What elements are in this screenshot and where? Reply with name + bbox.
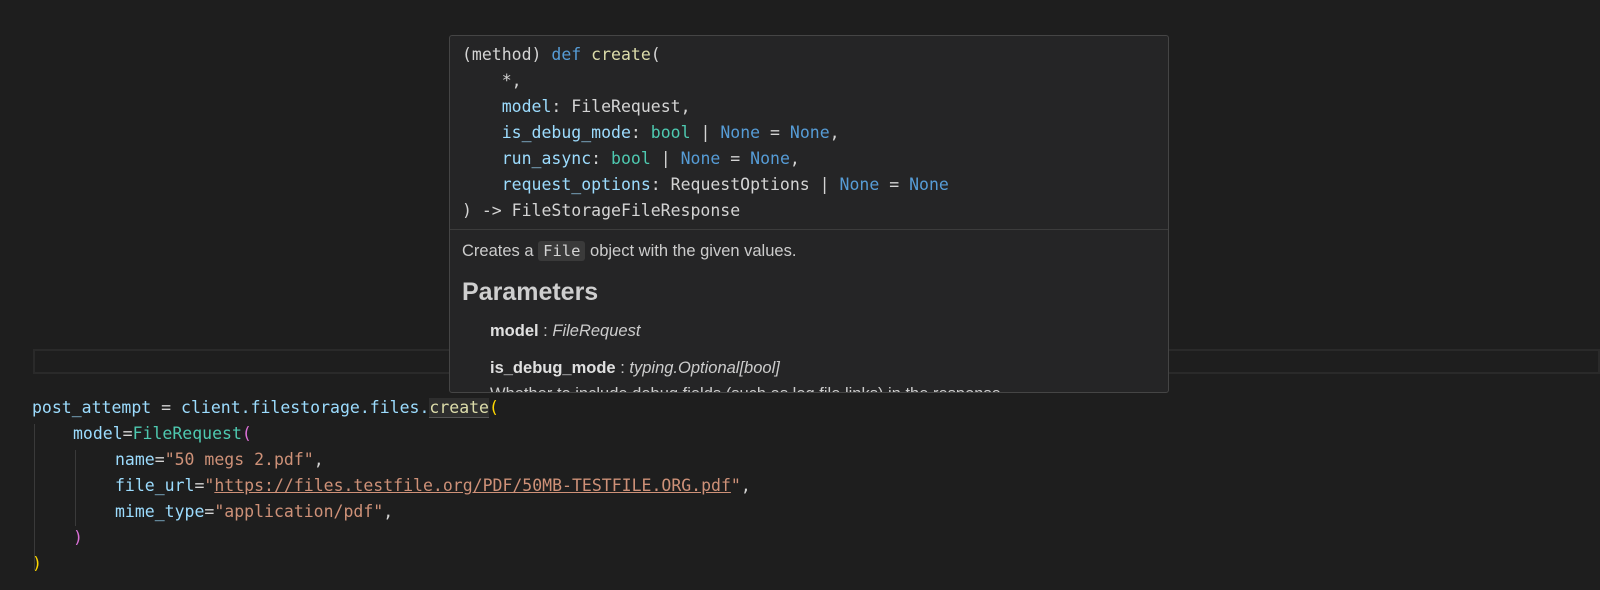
union-bar: | (690, 123, 721, 142)
param-type: RequestOptions (670, 175, 810, 194)
code-line-3[interactable]: name="50 megs 2.pdf", (115, 447, 324, 473)
param-comma: , (789, 149, 800, 168)
signature-return: ) -> FileStorageFileResponse (462, 198, 949, 224)
param-name: is_debug_mode (501, 123, 631, 142)
none-default: None (750, 149, 790, 168)
default-eq: = (720, 149, 751, 168)
param-name: run_async (501, 149, 592, 168)
arg-name: mime_type (115, 502, 205, 521)
union-bar: | (809, 175, 840, 194)
operator: = (151, 398, 182, 417)
signature-line: *, (462, 68, 949, 94)
param-type: bool (650, 123, 691, 142)
code-line-2[interactable]: model=FileRequest( (73, 421, 252, 447)
url-link[interactable]: https://files.testfile.org/PDF/50MB-TEST… (214, 476, 731, 495)
quote: " (730, 476, 741, 495)
none-default: None (909, 175, 949, 194)
documentation: Creates a File object with the given val… (462, 238, 1152, 392)
none-default: None (789, 123, 830, 142)
open-paren: ( (489, 398, 499, 417)
param-sep: : (591, 149, 612, 168)
param-sep: : (551, 97, 572, 116)
param-doc-sep: : (538, 322, 553, 340)
none-type: None (680, 149, 721, 168)
signature-param: is_debug_mode: bool | None = None, (462, 120, 949, 146)
class-name: FileRequest (132, 424, 242, 443)
close-arrow: ) -> (462, 201, 512, 220)
method-description: Creates a File object with the given val… (462, 238, 1152, 264)
hovered-function-name[interactable]: create (429, 398, 489, 418)
quote: " (204, 476, 215, 495)
indent-guide (34, 424, 35, 570)
code-line-5[interactable]: mime_type="application/pdf", (115, 499, 393, 525)
arg-name: file_url (115, 476, 195, 495)
object-path: client.filestorage.files. (181, 398, 430, 417)
hover-tooltip[interactable]: (method) def create( *, model: FileReque… (449, 35, 1169, 393)
close-paren: ) (32, 554, 42, 573)
inline-code: File (538, 241, 586, 261)
param-doc-name: is_debug_mode (490, 359, 616, 377)
close-paren: ) (73, 528, 83, 547)
open-paren: ( (241, 424, 252, 443)
return-type: FileStorageFileResponse (511, 201, 741, 220)
param-name: model (501, 97, 552, 116)
operator: = (154, 450, 165, 469)
string-literal: "application/pdf" (214, 502, 384, 521)
param-doc-sep: : (615, 359, 630, 377)
param-doc-description: Whether to include debug fields (such as… (490, 382, 1152, 392)
param-name: request_options (501, 175, 651, 194)
arg-name: name (115, 450, 155, 469)
param-doc-type: FileRequest (552, 322, 641, 340)
variable-name: post_attempt (32, 398, 152, 417)
method-name: create (591, 45, 651, 64)
description-text: object with the given values. (585, 242, 797, 260)
indent-guide (75, 450, 76, 526)
method-signature: (method) def create( *, model: FileReque… (462, 42, 949, 224)
param-sep: : (650, 175, 671, 194)
string-literal: "50 megs 2.pdf" (164, 450, 314, 469)
none-type: None (839, 175, 880, 194)
operator: = (194, 476, 205, 495)
union-bar: | (650, 149, 681, 168)
star-marker: *, (501, 71, 522, 90)
none-type: None (720, 123, 761, 142)
code-line-4[interactable]: file_url="https://files.testfile.org/PDF… (115, 473, 751, 499)
param-type: FileRequest (571, 97, 681, 116)
signature-line: (method) def create( (462, 42, 949, 68)
comma: , (383, 502, 394, 521)
code-line-6[interactable]: ) (73, 525, 83, 551)
signature-param: model: FileRequest, (462, 94, 949, 120)
code-line-1[interactable]: post_attempt = client.filestorage.files.… (32, 395, 499, 421)
signature-prefix: (method) (462, 45, 552, 64)
param-doc-is-debug-mode: is_debug_mode : typing.Optional[bool] (490, 356, 1152, 380)
signature-param: run_async: bool | None = None, (462, 146, 949, 172)
param-comma: , (680, 97, 691, 116)
tooltip-divider (450, 229, 1168, 230)
param-sep: : (630, 123, 651, 142)
default-eq: = (879, 175, 910, 194)
description-text: Creates a (462, 242, 539, 260)
signature-param: request_options: RequestOptions | None =… (462, 172, 949, 198)
param-comma: , (829, 123, 840, 142)
param-type: bool (611, 149, 651, 168)
arg-name: model (73, 424, 123, 443)
parameters-heading: Parameters (462, 278, 599, 306)
param-doc-model: model : FileRequest (490, 319, 1152, 343)
param-doc-name: model (490, 322, 539, 340)
open-paren: ( (650, 45, 661, 64)
comma: , (740, 476, 751, 495)
code-line-7[interactable]: ) (32, 551, 42, 577)
default-eq: = (760, 123, 790, 142)
operator: = (122, 424, 133, 443)
comma: , (313, 450, 324, 469)
param-doc-type: typing.Optional[bool] (629, 359, 780, 377)
operator: = (204, 502, 215, 521)
def-keyword: def (551, 45, 582, 64)
